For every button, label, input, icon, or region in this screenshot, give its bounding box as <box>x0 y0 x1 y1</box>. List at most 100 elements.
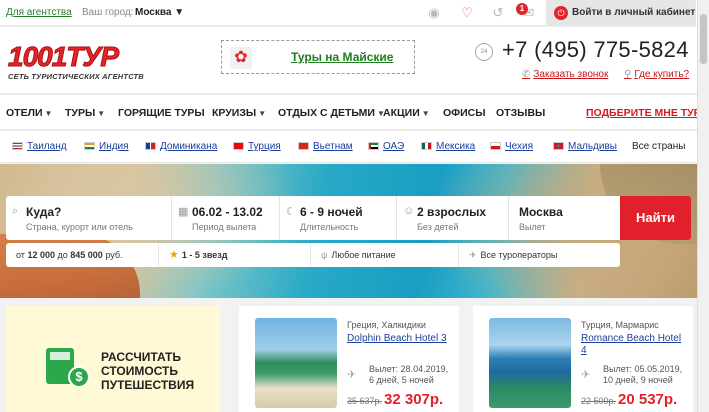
destination-field[interactable]: ⌕ Куда? Страна, курорт или отель <box>6 196 172 240</box>
country-bar: Таиланд Индия Доминикана Турция Вьетнам … <box>0 131 709 163</box>
eye-icon[interactable]: ◉ <box>426 5 442 21</box>
dates-value: 06.02 - 13.02 <box>192 205 263 219</box>
nav-offices[interactable]: ОФИСЫ <box>443 107 486 119</box>
pick-tour-link[interactable]: ПОДБЕРИТЕ МНЕ ТУР <box>586 107 701 119</box>
stars-filter[interactable]: ★ 1 - 5 звезд <box>159 243 311 267</box>
promo-banner[interactable]: ✿ Туры на Майские <box>221 40 415 74</box>
old-price: 35 637р. <box>347 396 383 406</box>
price-min: 12 000 <box>27 250 55 260</box>
guests-hint: Без детей <box>417 222 459 232</box>
hotel-card[interactable]: Греция, Халкидики Dolphin Beach Hotel 3 … <box>239 306 459 412</box>
chevron-down-icon: ▼ <box>421 109 430 118</box>
nav-cruises[interactable]: КРУИЗЫ ▼ <box>212 107 266 119</box>
new-price: 32 307р. <box>384 391 444 408</box>
agents-link[interactable]: Для агентства <box>6 7 72 18</box>
scrollbar[interactable] <box>697 0 709 412</box>
star-icon: ★ <box>169 249 179 261</box>
country-link[interactable]: Вьетнам <box>298 141 353 152</box>
main-nav: ОТЕЛИ ▼ ТУРЫ ▼ ГОРЯЩИЕ ТУРЫ КРУИЗЫ ▼ ОТДЫХ … <box>0 94 709 130</box>
header: 1001ТУР СЕТЬ ТУРИСТИЧЕСКИХ АГЕНТСТВ ✿ Ту… <box>0 27 709 93</box>
flower-icon: ✿ <box>230 47 252 69</box>
person-icon: ☺ <box>403 205 415 217</box>
nav-family[interactable]: ОТДЫХ С ДЕТЬМИ ▼ <box>278 107 385 119</box>
power-icon: ⏻ <box>554 6 568 20</box>
all-countries-link[interactable]: Все страны <box>632 141 685 152</box>
logo-subtitle: СЕТЬ ТУРИСТИЧЕСКИХ АГЕНТСТВ <box>8 72 144 81</box>
city-selector[interactable]: Москва ▼ <box>135 7 184 18</box>
country-link[interactable]: Индия <box>84 141 129 152</box>
nights-value: 6 - 9 ночей <box>300 205 363 219</box>
plane-icon: ✈ <box>469 250 477 260</box>
nights-hint: Длительность <box>300 222 359 232</box>
country-link[interactable]: ОАЭ <box>368 141 404 152</box>
destination-hint: Страна, курорт или отель <box>26 222 133 232</box>
history-icon[interactable]: ↺ <box>490 5 506 21</box>
search-icon: ⌕ <box>12 205 19 217</box>
nav-hotels[interactable]: ОТЕЛИ ▼ <box>6 107 52 119</box>
promo-link[interactable]: Туры на Майские <box>291 50 393 64</box>
old-price: 22 500р. <box>581 396 617 406</box>
nav-hot-tours[interactable]: ГОРЯЩИЕ ТУРЫ <box>118 107 205 119</box>
plane-icon: ✈ <box>347 369 357 381</box>
phone-icon: ✆ <box>522 69 531 80</box>
flag-icon <box>84 142 95 151</box>
country-link[interactable]: Мальдивы <box>553 141 617 152</box>
country-link[interactable]: Таиланд <box>12 141 67 152</box>
operators-filter[interactable]: ✈ Все туроператоры <box>459 243 620 267</box>
operators-value: Все туроператоры <box>480 250 558 260</box>
location-pin-icon: ⚲ <box>624 69 632 80</box>
hotel-departure: Вылет: 05.05.2019, 10 дней, 9 ночей <box>603 364 683 385</box>
flag-icon <box>553 142 564 151</box>
departure-city-field[interactable]: Москва Вылет <box>509 196 620 240</box>
dates-hint: Период вылета <box>192 222 257 232</box>
price-max: 845 000 <box>70 250 103 260</box>
nav-reviews[interactable]: ОТЗЫВЫ <box>496 107 545 119</box>
flag-icon <box>298 142 309 151</box>
login-label: Войти в личный кабинет <box>572 7 696 18</box>
trip-calculator-card[interactable]: $ РАССЧИТАТЬ СТОИМОСТЬ ПУТЕШЕСТВИЯ <box>6 306 220 412</box>
hotel-region: Турция, Мармарис <box>581 320 659 330</box>
search-button[interactable]: Найти <box>620 196 691 240</box>
phone-number[interactable]: +7 (495) 775-5824 <box>502 37 689 63</box>
country-link[interactable]: Мексика <box>421 141 475 152</box>
nav-deals[interactable]: АКЦИИ ▼ <box>383 107 430 119</box>
country-link[interactable]: Чехия <box>490 141 533 152</box>
top-bar: Для агентства Ваш город: Москва ▼ ◉ ♡ ↺ … <box>0 0 709 26</box>
heart-icon[interactable]: ♡ <box>459 5 475 21</box>
calendar-icon: ▦ <box>178 206 189 218</box>
nights-field[interactable]: ☾ 6 - 9 ночей Длительность <box>280 196 397 240</box>
flag-icon <box>490 142 501 151</box>
hotel-region: Греция, Халкидики <box>347 320 426 330</box>
price-filter[interactable]: от 12 000 до 845 000 руб. <box>6 243 159 267</box>
moon-icon: ☾ <box>286 206 296 218</box>
flag-icon <box>233 142 244 151</box>
country-link[interactable]: Доминикана <box>145 141 217 152</box>
filters-bar: от 12 000 до 845 000 руб. ★ 1 - 5 звезд ψ… <box>6 243 620 267</box>
dollar-icon: $ <box>68 366 90 388</box>
hotel-photo[interactable] <box>489 318 571 408</box>
hotel-photo[interactable] <box>255 318 337 408</box>
chevron-down-icon: ▼ <box>44 109 53 118</box>
flag-icon <box>145 142 156 151</box>
chevron-down-icon: ▼ <box>258 109 267 118</box>
offers-section: $ РАССЧИТАТЬ СТОИМОСТЬ ПУТЕШЕСТВИЯ Греци… <box>0 298 709 412</box>
flag-icon <box>368 142 379 151</box>
country-link[interactable]: Турция <box>233 141 281 152</box>
fork-icon: ψ <box>321 250 328 260</box>
hotel-name-link[interactable]: Dolphin Beach Hotel 3 <box>347 333 452 345</box>
nav-tours[interactable]: ТУРЫ ▼ <box>65 107 105 119</box>
price-to-label: до <box>57 250 68 260</box>
logo[interactable]: 1001ТУР <box>7 41 119 73</box>
callback-link[interactable]: ✆ Заказать звонок <box>522 69 608 80</box>
where-to-buy-link[interactable]: ⚲ Где купить? <box>624 69 689 80</box>
flag-icon <box>12 142 23 151</box>
destination-value: Куда? <box>26 205 62 219</box>
dates-field[interactable]: ▦ 06.02 - 13.02 Период вылета <box>172 196 280 240</box>
hotel-name-link[interactable]: Romance Beach Hotel 4 <box>581 333 686 357</box>
guests-field[interactable]: ☺ 2 взрослых Без детей <box>397 196 509 240</box>
meal-filter[interactable]: ψ Любое питание <box>311 243 459 267</box>
mail-count-badge: 1 <box>516 3 528 15</box>
login-button[interactable]: ⏻ Войти в личный кабинет <box>546 0 696 26</box>
scrollbar-thumb[interactable] <box>700 14 707 64</box>
hotel-card[interactable]: Турция, Мармарис Romance Beach Hotel 4 ✈… <box>473 306 693 412</box>
